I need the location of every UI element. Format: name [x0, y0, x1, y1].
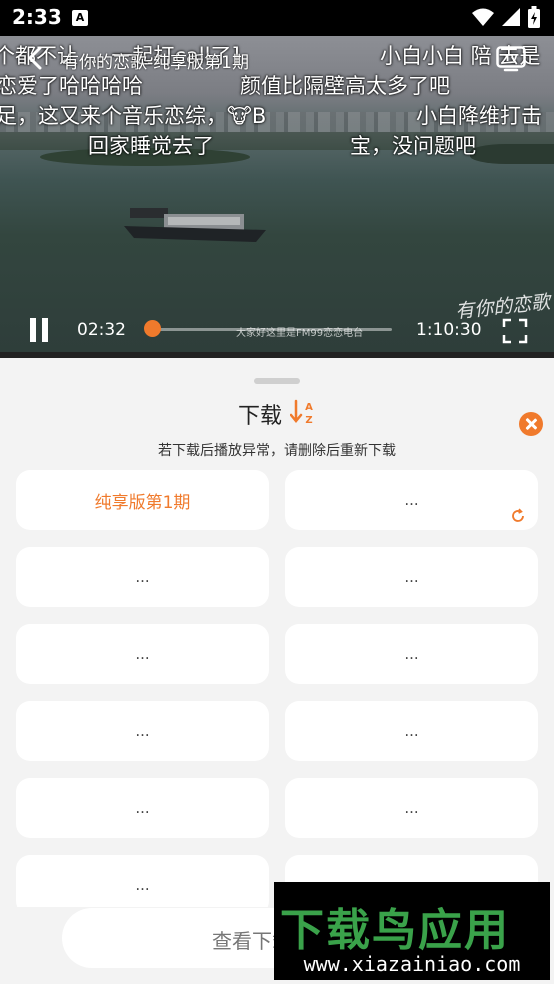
svg-text:TV: TV — [504, 54, 517, 64]
episode-label: ... — [135, 568, 150, 586]
danmaku-line: 小白降维打击 — [416, 104, 542, 128]
episode-item[interactable]: ... — [285, 778, 538, 838]
svg-text:Z: Z — [305, 415, 312, 426]
fullscreen-icon[interactable] — [502, 318, 528, 344]
progress-thumb[interactable] — [144, 320, 161, 337]
boat-image — [124, 208, 266, 242]
video-player[interactable]: 个都不让 ... 一起打call了] 小白小白 陪 去是 恋爱了哈哈哈哈 颜值比… — [0, 36, 554, 358]
episode-label: ... — [404, 799, 419, 817]
episode-label: ... — [404, 722, 419, 740]
episode-label: ... — [404, 568, 419, 586]
episode-item[interactable]: ... — [16, 778, 269, 838]
danmaku-line: 恋爱了哈哈哈哈 — [0, 74, 143, 98]
danmaku-line: 颜值比隔壁高太多了吧 — [240, 74, 450, 98]
episode-item[interactable]: ... — [16, 624, 269, 684]
current-time: 02:32 — [77, 320, 126, 340]
episode-grid: 纯享版第1期 ... ... ... ... ... ... ... ... .… — [16, 470, 540, 907]
sheet-title: 下载 — [238, 404, 283, 429]
signal-icon — [502, 8, 520, 26]
track-caption: 大家好这里是FM99恋恋电台 — [236, 328, 364, 339]
episode-label: ... — [404, 491, 419, 509]
episode-label: 纯享版第1期 — [94, 492, 191, 513]
episode-label: ... — [135, 722, 150, 740]
island-right — [470, 144, 554, 164]
episode-item[interactable]: ... — [285, 701, 538, 761]
battery-icon — [528, 6, 540, 28]
svg-text:A: A — [305, 402, 313, 413]
total-time: 1:10:30 — [416, 320, 482, 340]
danmaku-line: 回家睡觉去了 — [88, 134, 214, 158]
episode-item[interactable]: ... — [285, 470, 538, 530]
episode-item[interactable]: 纯享版第1期 — [16, 470, 269, 530]
site-watermark: 下载鸟应用 www.xiazainiao.com — [274, 882, 550, 980]
episode-item[interactable]: ... — [16, 701, 269, 761]
episode-label: ... — [135, 645, 150, 663]
episode-item[interactable]: ... — [285, 624, 538, 684]
download-notice: 若下载后播放异常，请删除后重新下载 — [158, 443, 396, 459]
close-button[interactable] — [519, 412, 543, 436]
episode-item[interactable]: ... — [16, 547, 269, 607]
episode-label: ... — [404, 645, 419, 663]
video-bottom-edge — [0, 352, 554, 358]
episode-item[interactable]: ... — [285, 547, 538, 607]
danmaku-line: 足，这又来个音乐恋综，🐮B — [0, 104, 267, 128]
wifi-icon — [472, 8, 494, 26]
watermark-url: www.xiazainiao.com — [303, 952, 521, 976]
episode-item[interactable]: ... — [16, 855, 269, 907]
tv-cast-icon[interactable]: TV — [496, 46, 526, 72]
pause-icon[interactable] — [28, 318, 50, 344]
back-icon[interactable] — [24, 46, 48, 70]
episode-label: ... — [135, 799, 150, 817]
sheet-drag-handle[interactable] — [254, 378, 300, 384]
status-time: 2:33 — [12, 5, 62, 29]
danmaku-line: 宝，没问题吧 — [350, 134, 476, 158]
loading-refresh-icon — [512, 508, 524, 522]
sort-az-icon[interactable]: A Z — [290, 398, 316, 426]
status-bar: 2:33 A — [0, 0, 554, 36]
episode-label: ... — [135, 876, 150, 894]
watermark-brand: 下载鸟应用 — [280, 905, 510, 956]
notification-a-icon: A — [72, 10, 88, 26]
video-title: 有你的恋歌-纯享版第1期 — [62, 53, 249, 73]
player-controls: 02:32 大家好这里是FM99恋恋电台 1:10:30 — [0, 316, 554, 356]
